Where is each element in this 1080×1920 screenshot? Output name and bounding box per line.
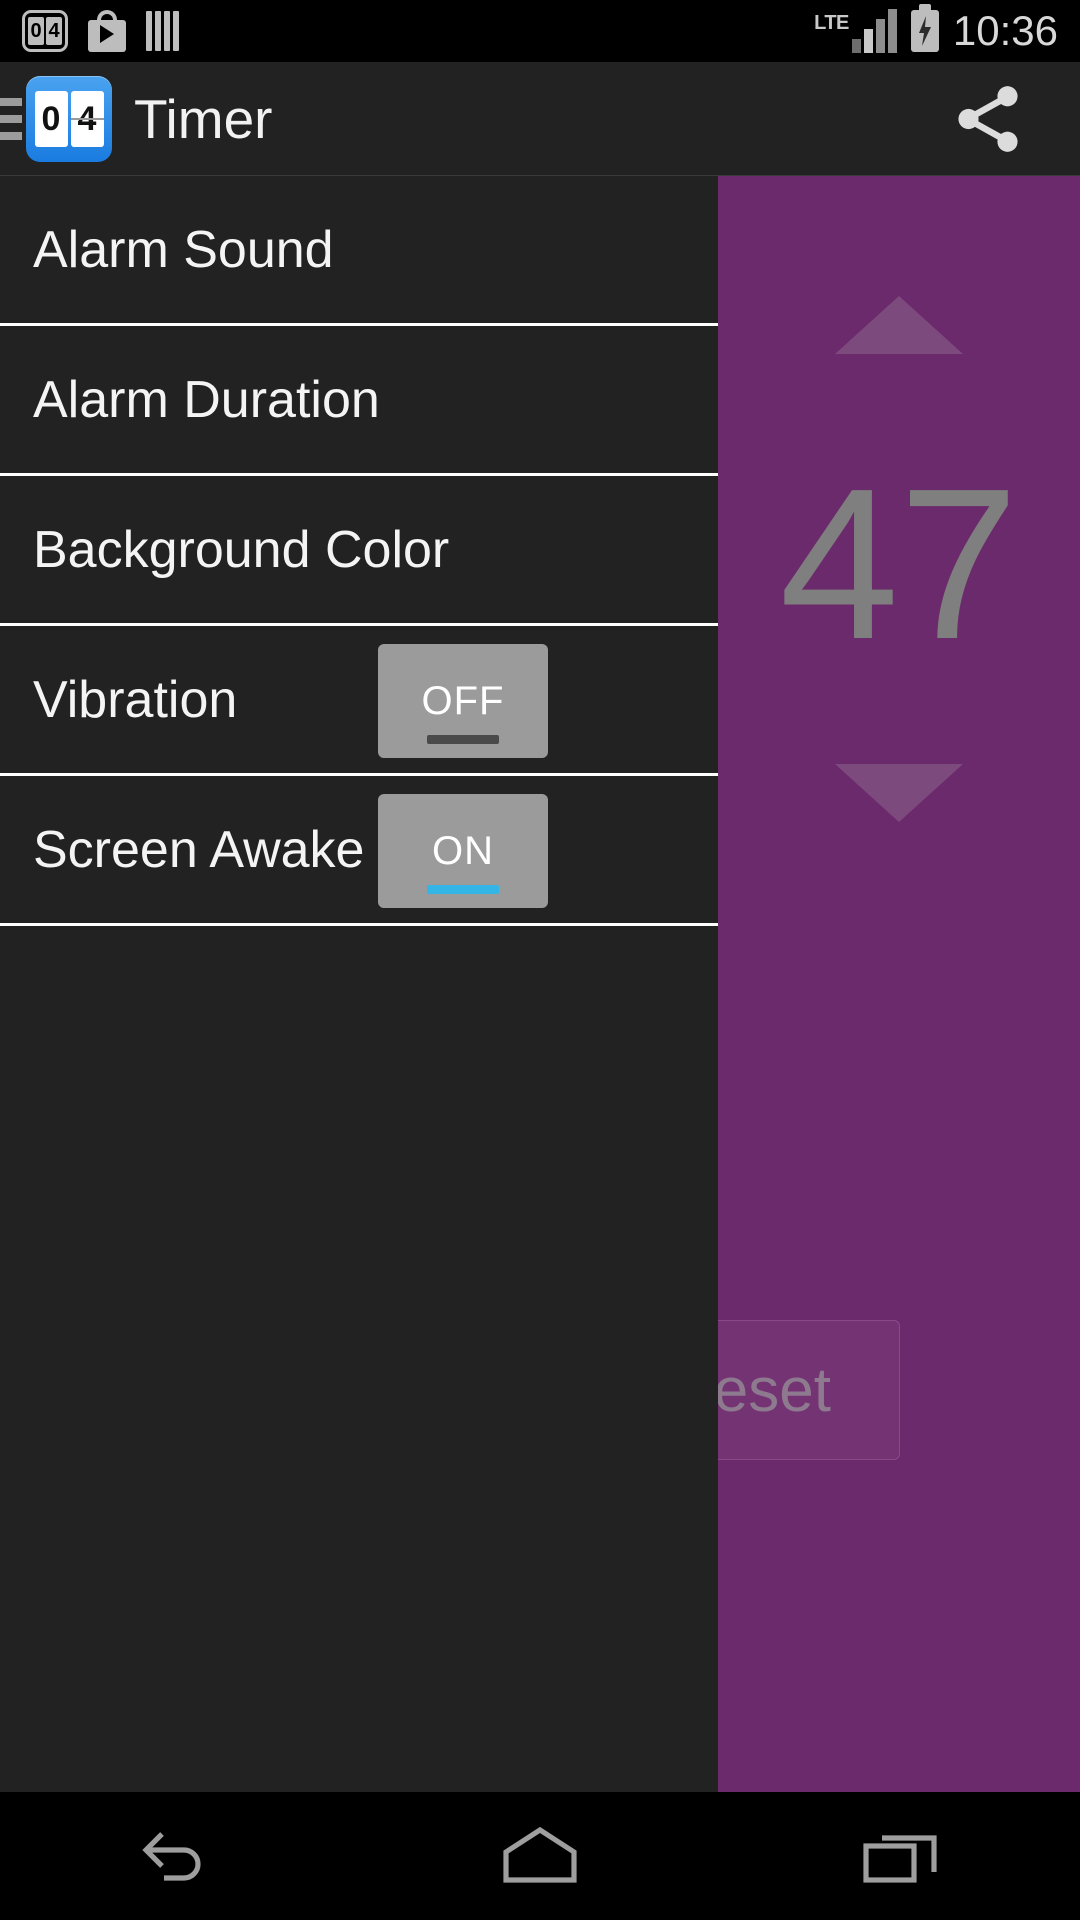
home-icon <box>503 1826 577 1883</box>
home-button[interactable] <box>360 1792 720 1920</box>
status-bar-system-icons: LTE 10:36 <box>814 4 1080 54</box>
toggle-indicator-bar <box>427 885 499 894</box>
drawer-item-label: Screen Awake <box>33 820 365 879</box>
share-icon <box>958 85 1018 152</box>
triangle-down-icon[interactable] <box>835 764 963 822</box>
play-store-icon <box>88 10 126 52</box>
hamburger-icon[interactable] <box>0 97 22 140</box>
vibration-toggle[interactable]: OFF <box>378 644 548 758</box>
screen-awake-toggle-label: ON <box>432 828 494 873</box>
timer-screen: 47 Reset Alarm Sound Alarm Duration Back… <box>0 176 1080 1792</box>
action-bar: 0 4 Timer <box>0 62 1080 176</box>
network-indicator: LTE <box>814 9 897 53</box>
page-title: Timer <box>134 87 273 150</box>
vibration-toggle-label: OFF <box>421 678 505 723</box>
navigation-drawer: Alarm Sound Alarm Duration Background Co… <box>0 176 718 1792</box>
drawer-empty-area <box>0 1094 718 1792</box>
recents-icon <box>863 1835 937 1883</box>
drawer-item-alarm-duration[interactable]: Alarm Duration <box>0 326 718 476</box>
drawer-item-vibration[interactable]: Vibration OFF <box>0 626 718 776</box>
screen-awake-toggle[interactable]: ON <box>378 794 548 908</box>
drawer-item-label: Alarm Duration <box>33 370 380 429</box>
drawer-item-label: Vibration <box>33 670 238 729</box>
back-arrow-icon <box>142 1832 201 1881</box>
drawer-item-background-color[interactable]: Background Color <box>0 476 718 626</box>
network-type-label: LTE <box>814 12 849 34</box>
system-navigation-bar <box>0 1792 1080 1920</box>
drawer-item-alarm-sound[interactable]: Alarm Sound <box>0 176 718 326</box>
phone-screen: 0 4 LTE 10:36 0 4 Timer 47 Reset Alarm S… <box>0 0 1080 1920</box>
drawer-item-screen-awake[interactable]: Screen Awake ON <box>0 776 718 926</box>
back-button[interactable] <box>0 1792 360 1920</box>
toggle-indicator-bar <box>427 735 499 744</box>
timer-value: 47 <box>779 443 1019 684</box>
timer-icon-digit-2: 4 <box>46 17 62 45</box>
status-bar: 0 4 LTE 10:36 <box>0 0 1080 62</box>
lightning-bolt-icon <box>918 16 931 46</box>
app-icon-digit-2: 4 <box>70 90 104 147</box>
status-bar-notification-icons: 0 4 <box>0 10 179 52</box>
share-button[interactable] <box>940 71 1036 167</box>
drawer-item-label: Background Color <box>33 520 450 579</box>
battery-charging-icon <box>910 4 939 52</box>
triangle-up-icon[interactable] <box>835 296 963 354</box>
timer-app-icon: 0 4 <box>22 10 68 52</box>
app-icon-digit-1: 0 <box>34 90 68 147</box>
signal-strength-icon <box>851 9 897 53</box>
status-bar-clock: 10:36 <box>952 7 1058 54</box>
drawer-item-label: Alarm Sound <box>33 220 334 279</box>
app-icon: 0 4 <box>26 75 112 162</box>
recents-button[interactable] <box>720 1792 1080 1920</box>
bars-icon <box>146 11 179 51</box>
timer-value-panel: 47 Reset <box>600 176 1080 1792</box>
timer-icon-digit-1: 0 <box>28 17 44 45</box>
